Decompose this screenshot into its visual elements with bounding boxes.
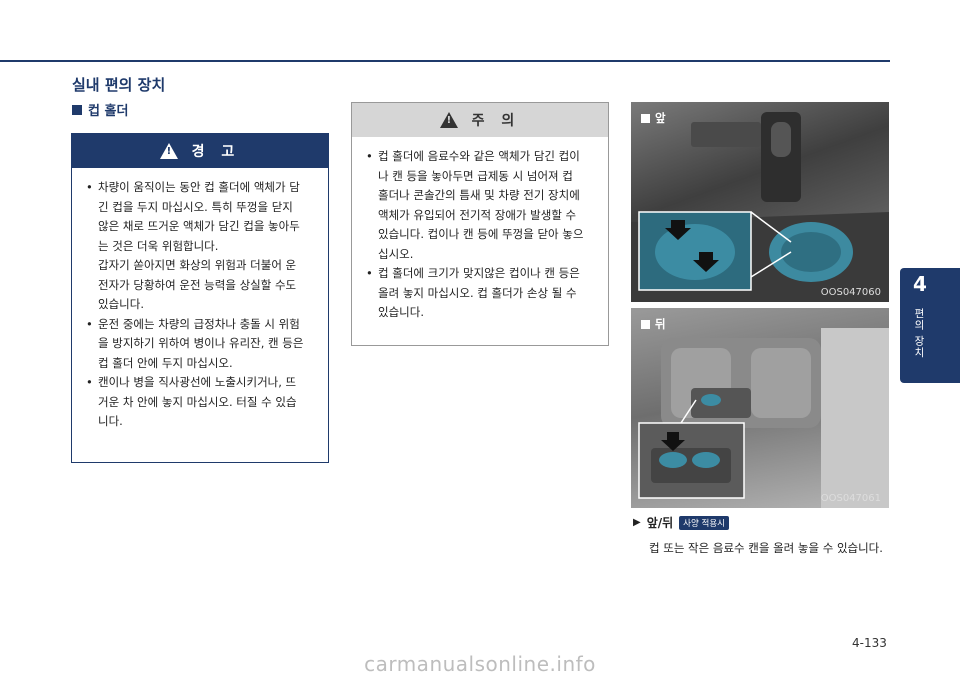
photo-label-rear: 뒤: [641, 316, 666, 332]
list-item: 컵 홀더에 음료수와 같은 액체가 담긴 컵이 나 캔 등을 놓아두면 급제동 …: [364, 147, 598, 264]
line: 긴 컵을 두지 마십시오. 특히 뚜껑을 닫지: [98, 199, 293, 214]
photo-label-text: 앞: [655, 111, 666, 125]
line: 액체가 유입되어 전기적 장애가 발생할 수: [378, 207, 577, 222]
square-bullet-icon: [641, 319, 650, 329]
line: 컵 홀더에 크기가 맞지않은 컵이나 캔 등은: [378, 266, 580, 280]
line: 차량이 움직이는 동안 컵 홀더에 액체가 담: [98, 180, 300, 194]
feature-description: 컵 또는 작은 음료수 캔을 올려 놓을 수 있습니다.: [649, 541, 883, 555]
option-badge: 사양 적용시: [679, 515, 729, 530]
rear-cupholder-photo: 뒤 OOS047061: [631, 308, 889, 508]
list-item: 캔이나 병을 직사광선에 노출시키거나, 뜨 거운 차 안에 놓지 마십시오. …: [84, 373, 318, 432]
chapter-title: 편의 장치: [913, 308, 925, 359]
list-item: 컵 홀더에 크기가 맞지않은 컵이나 캔 등은 올려 놓지 마십시오. 컵 홀더…: [364, 264, 598, 323]
watermark: carmanualsonline.info: [364, 652, 596, 676]
feature-title: 앞/뒤: [646, 516, 674, 530]
warning-box: ! 경 고 차량이 움직이는 동안 컵 홀더에 액체가 담 긴 컵을 두지 마십…: [71, 133, 329, 463]
caution-box: ! 주 의 컵 홀더에 음료수와 같은 액체가 담긴 컵이 나 캔 등을 놓아두…: [351, 102, 609, 346]
caution-list: 컵 홀더에 음료수와 같은 액체가 담긴 컵이 나 캔 등을 놓아두면 급제동 …: [352, 137, 608, 323]
line: 않은 채로 뜨거운 액체가 담긴 컵을 놓아두: [98, 219, 300, 233]
square-bullet-icon: [72, 104, 82, 115]
line: 있습니다.: [378, 305, 424, 319]
warning-list: 차량이 움직이는 동안 컵 홀더에 액체가 담 긴 컵을 두지 마십시오. 특히…: [72, 168, 328, 432]
chapter-number: 4: [913, 272, 927, 296]
line: 운전 중에는 차량의 급정차나 충돌 시 위험: [98, 316, 300, 331]
caution-header: ! 주 의: [352, 103, 608, 137]
top-rule: [0, 60, 890, 62]
list-item: 운전 중에는 차량의 급정차나 충돌 시 위험 을 방지하기 위하여 병이나 유…: [84, 315, 318, 374]
image-code: OOS047060: [820, 287, 881, 298]
line: 는 것은 더욱 위험합니다.: [98, 238, 219, 253]
caution-triangle-icon: !: [439, 112, 458, 128]
list-item: 차량이 움직이는 동안 컵 홀더에 액체가 담 긴 컵을 두지 마십시오. 특히…: [84, 178, 318, 315]
line: 있습니다. 컵이나 캔 등에 뚜껑을 닫아 놓으: [378, 227, 584, 241]
line: 거운 차 안에 놓지 마십시오. 터질 수 있습: [98, 394, 297, 409]
line: 니다.: [98, 414, 123, 428]
arrow-right-icon: ▶: [633, 517, 641, 528]
sub-title-text: 컵 홀더: [88, 104, 129, 119]
line: 올려 놓지 마십시오. 컵 홀더가 손상 될 수: [378, 285, 577, 300]
sub-title: 컵 홀더: [72, 100, 128, 119]
warning-title: 경 고: [191, 144, 241, 160]
front-cupholder-photo: 앞 OOS047060: [631, 102, 889, 302]
photo-label-front: 앞: [641, 110, 666, 126]
line: 있습니다.: [98, 297, 144, 311]
line: 홀더나 콘솔간의 틈새 및 차량 전기 장치에: [378, 188, 580, 202]
line: 전자가 당황하여 운전 능력을 상실할 수도: [98, 277, 297, 292]
page-number: 4-133: [852, 636, 887, 650]
rear-seat-illustration: [638, 328, 889, 508]
line: 캔이나 병을 직사광선에 노출시키거나, 뜨: [98, 375, 297, 389]
line: 나 캔 등을 놓아두면 급제동 시 넘어져 컵: [378, 168, 573, 183]
line: 십시오.: [378, 246, 414, 261]
feature-heading: ▶ 앞/뒤 사양 적용시: [633, 514, 729, 531]
line: 컵 홀더에 음료수와 같은 액체가 담긴 컵이: [378, 149, 580, 163]
front-console-illustration: [631, 112, 889, 302]
warning-triangle-icon: !: [159, 143, 178, 159]
section-title: 실내 편의 장치: [72, 76, 166, 94]
line: 을 방지하기 위하여 병이나 유리잔, 캔 등은: [98, 336, 304, 350]
line: 갑자기 쏟아지면 화상의 위험과 더불어 운: [98, 258, 297, 272]
warning-header: ! 경 고: [72, 134, 328, 168]
caution-title: 주 의: [471, 113, 521, 129]
photo-label-text: 뒤: [655, 317, 666, 331]
square-bullet-icon: [641, 113, 650, 123]
image-code: OOS047061: [820, 493, 881, 504]
line: 컵 홀더 안에 두지 마십시오.: [98, 355, 233, 370]
